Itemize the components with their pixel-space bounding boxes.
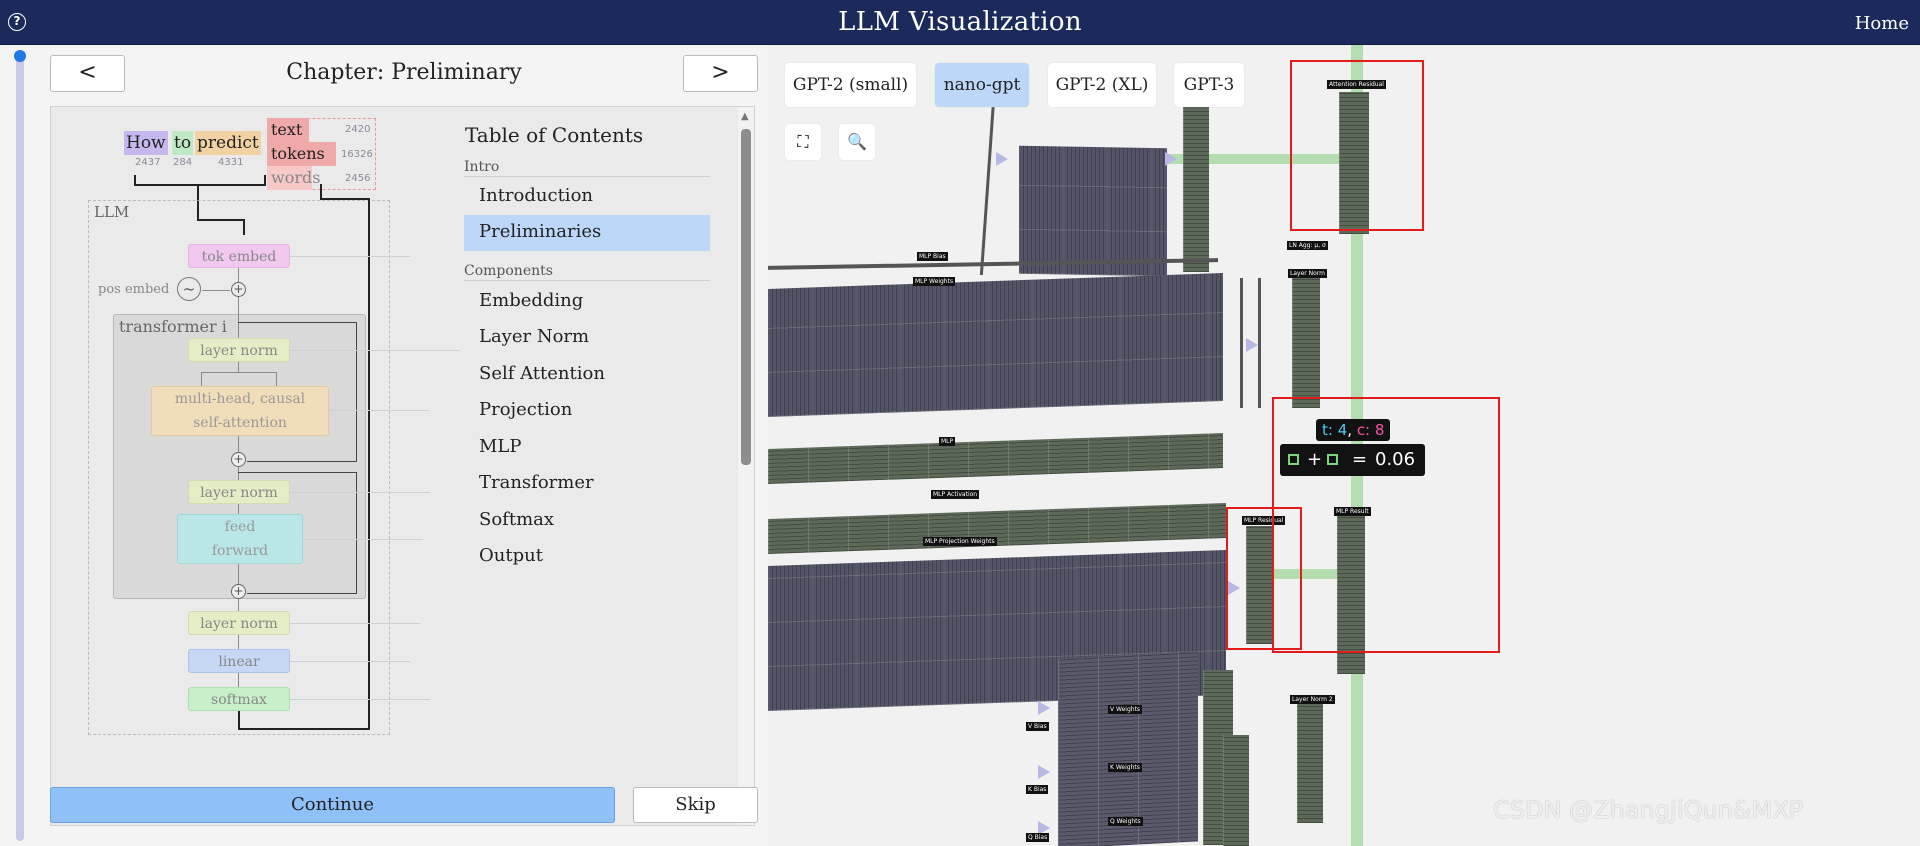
token-id: 2437 — [135, 157, 161, 168]
toc-item-self-attention[interactable]: Self Attention — [464, 357, 710, 393]
model-gpt2-xl-button[interactable]: GPT-2 (XL) — [1048, 63, 1156, 107]
mlp-weights-matrix[interactable] — [768, 273, 1223, 417]
add-icon: + — [231, 584, 246, 599]
legend-words: words — [271, 168, 321, 187]
legend-count: 2456 — [345, 173, 371, 184]
toc-item-preliminaries[interactable]: Preliminaries — [464, 215, 710, 251]
chapter-panel: How 2437 to 284 predict 4331 text 2420 t… — [50, 106, 755, 826]
viz-label: V Bias — [1026, 722, 1049, 731]
skip-button[interactable]: Skip — [633, 787, 758, 823]
toc-title: Table of Contents — [465, 123, 644, 147]
llm-label: LLM — [94, 203, 130, 221]
token-id: 4331 — [218, 157, 244, 168]
linear-box[interactable]: linear — [188, 649, 290, 673]
progress-track[interactable] — [16, 51, 24, 841]
cell-tooltip-position: t: 4, c: 8 — [1316, 419, 1391, 441]
viz-label: LN Agg: μ, σ — [1287, 241, 1328, 250]
arrow-icon — [1165, 152, 1177, 166]
prev-chapter-button[interactable]: < — [50, 55, 125, 92]
toc-item-layer-norm[interactable]: Layer Norm — [464, 320, 710, 356]
layer-norm-box[interactable]: layer norm — [188, 338, 290, 362]
cell-swatch-icon — [1288, 454, 1299, 465]
toc-item-introduction[interactable]: Introduction — [464, 179, 710, 215]
add-icon: + — [231, 282, 246, 297]
tooltip-value: 0.06 — [1375, 449, 1416, 470]
search-icon[interactable]: 🔍 — [839, 124, 875, 160]
attention-box[interactable]: multi-head, causal self-attention — [151, 386, 329, 436]
chevron-left-icon: < — [78, 60, 97, 85]
highlight-box — [1290, 60, 1424, 231]
watermark: CSDN @ZhangJiQun&MXP — [1493, 796, 1804, 824]
chevron-right-icon: > — [711, 60, 730, 85]
progress-dot[interactable] — [14, 50, 26, 62]
tok-embed-box[interactable]: tok embed — [188, 244, 290, 268]
viz-label: V Weights — [1108, 705, 1143, 714]
transformer-label: transformer i — [119, 317, 227, 336]
cell-tooltip-value: + = 0.06 — [1280, 444, 1425, 476]
token-predict: predict — [195, 131, 261, 155]
viz-label: MLP Projection Weights — [923, 537, 997, 546]
model-gpt3-button[interactable]: GPT-3 — [1174, 63, 1244, 107]
viz-label: MLP — [939, 437, 956, 446]
home-link[interactable]: Home — [1855, 13, 1909, 34]
viz-label: K Weights — [1108, 763, 1142, 772]
toc-item-embedding[interactable]: Embedding — [464, 284, 710, 320]
toc-item-softmax[interactable]: Softmax — [464, 503, 710, 539]
layer-norm-2-column[interactable] — [1297, 703, 1323, 823]
toc-section: Components — [464, 263, 710, 281]
legend-tokens: tokens — [271, 144, 325, 163]
scroll-up-icon[interactable]: ▲ — [741, 111, 749, 122]
fullscreen-icon[interactable]: ⛶ — [785, 124, 821, 160]
weight-matrix[interactable] — [1019, 145, 1167, 277]
scrollbar-thumb[interactable] — [741, 129, 751, 465]
viz-label: K Bias — [1026, 785, 1049, 794]
arrow-icon — [996, 152, 1008, 166]
panel-scrollbar[interactable]: ▲ ▼ — [738, 107, 754, 825]
token-how: How — [124, 131, 168, 155]
viz-label: Layer Norm 2 — [1290, 695, 1335, 704]
viz-label: MLP Weights — [913, 277, 956, 286]
highlight-box — [1226, 507, 1302, 650]
toc-item-transformer[interactable]: Transformer — [464, 466, 710, 502]
model-gpt2-small-button[interactable]: GPT-2 (small) — [785, 63, 916, 107]
mlp-matrix[interactable] — [768, 433, 1223, 484]
left-pane: < Chapter: Preliminary > How 2437 to 284… — [0, 45, 768, 846]
toc-item-projection[interactable]: Projection — [464, 393, 710, 429]
viz-label: Layer Norm — [1288, 269, 1328, 278]
toc-section: Intro — [464, 159, 710, 177]
viz-label: MLP Activation — [931, 490, 980, 499]
app-title: LLM Visualization — [838, 7, 1082, 37]
viz-label: Q Bias — [1026, 833, 1050, 842]
viz-label: MLP Bias — [917, 252, 948, 261]
next-chapter-button[interactable]: > — [683, 55, 758, 92]
legend-text: text — [271, 120, 303, 139]
top-bar: ? LLM Visualization Home — [0, 0, 1920, 45]
arrow-icon — [1038, 765, 1050, 779]
pos-embed-label: pos embed — [98, 282, 170, 297]
toc-item-output[interactable]: Output — [464, 539, 710, 575]
model-nano-gpt-button[interactable]: nano-gpt — [935, 63, 1029, 107]
layer-norm-box[interactable]: layer norm — [188, 611, 290, 635]
arrow-icon — [1038, 701, 1050, 715]
cell-swatch-icon — [1327, 454, 1338, 465]
visualization-canvas[interactable]: Attention Residual MLP Bias MLP Weights … — [768, 45, 1920, 846]
toc-item-mlp[interactable]: MLP — [464, 430, 710, 466]
token-id: 284 — [173, 157, 193, 168]
softmax-box[interactable]: softmax — [188, 687, 290, 711]
legend-count: 16326 — [341, 149, 373, 160]
legend-count: 2420 — [345, 124, 371, 135]
token-to: to — [172, 131, 194, 155]
continue-button[interactable]: Continue — [50, 787, 615, 823]
viz-label: Q Weights — [1108, 817, 1143, 826]
add-icon: + — [231, 452, 246, 467]
arrow-icon — [1246, 338, 1258, 352]
layer-norm-box[interactable]: layer norm — [188, 480, 290, 504]
feed-forward-box[interactable]: feed forward — [177, 514, 303, 564]
layer-norm-column[interactable] — [1292, 276, 1320, 408]
mlp-activation-matrix[interactable] — [768, 503, 1226, 554]
chapter-title: Chapter: Preliminary — [286, 60, 522, 85]
sine-icon: ~ — [177, 277, 201, 301]
